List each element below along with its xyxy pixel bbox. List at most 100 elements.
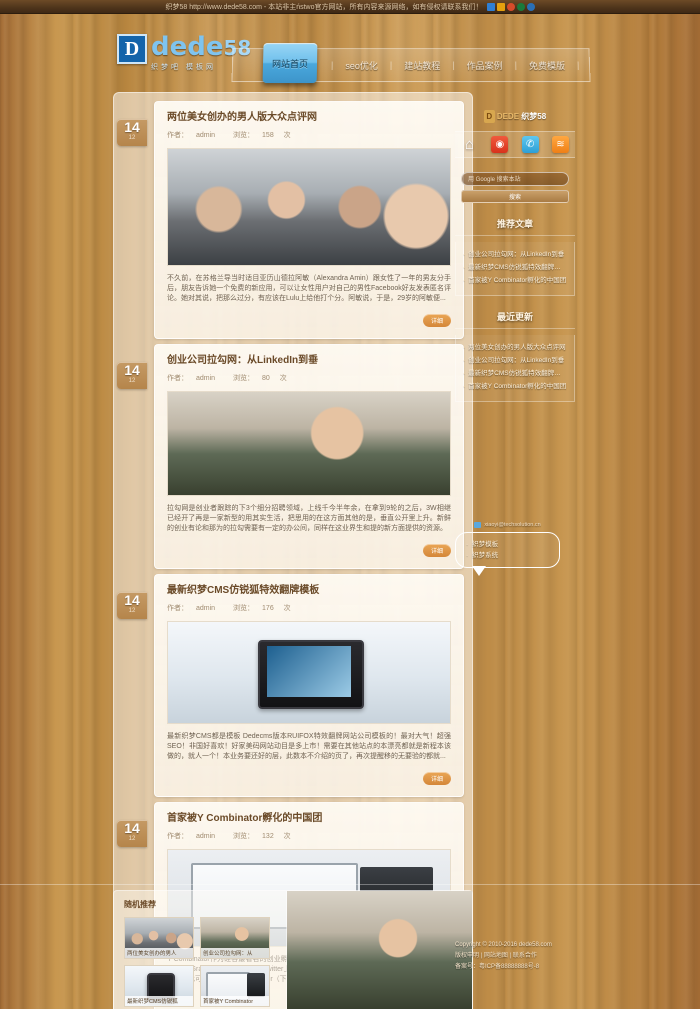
sidebar-logo-mark-icon: D (483, 110, 495, 123)
article-detail-button[interactable]: 详细 (422, 772, 451, 785)
article-author: 作者： admin (167, 833, 216, 840)
thumbnail-item[interactable]: 创业公司拉勾网：从 (200, 917, 270, 959)
thumbnail-caption: 两位美女创办的男人 (125, 948, 193, 958)
promo-bubble-area: xiaoyi@techsolution.cn 织梦模板 织梦系统 (455, 522, 560, 576)
sidebar-logo[interactable]: D DEDE 织梦58 (455, 110, 575, 123)
sidebar-block-recent: 最近更新 两位美女创办的男人版大众点评网 创业公司拉勾网：从LinkedIn到垂… (455, 310, 575, 402)
thumbnail-item[interactable]: 两位美女创办的男人 (124, 917, 194, 959)
nav-item-seo[interactable]: seo优化 (333, 59, 390, 72)
article-date-day: 14 (124, 119, 140, 135)
footer-link-contact[interactable]: 联系合作 (513, 953, 537, 959)
social-links: ⌂ ◉ ✆ ≋ (455, 131, 575, 158)
article-author: 作者： admin (167, 375, 216, 382)
article-date-badge: 14 12 (117, 592, 147, 619)
list-item[interactable]: 创业公司拉勾网：从LinkedIn到垂 (463, 354, 567, 367)
article-photo (168, 149, 450, 265)
list-item[interactable]: 两位美女创办的男人版大众点评网 (463, 341, 567, 354)
qq-icon[interactable]: ✆ (521, 136, 539, 153)
article-title[interactable]: 最新织梦CMS仿锐狐特效翻牌模板 (167, 585, 451, 597)
article-thumbnail[interactable] (167, 148, 451, 266)
article-title[interactable]: 两位美女创办的男人版大众点评网 (167, 112, 451, 124)
promo-link-template[interactable]: 织梦模板 (466, 539, 549, 550)
qzone-icon[interactable] (516, 2, 525, 11)
nav-list: 网站首页 | seo优化 | 建站教程 | 作品案例 | 免费模版 | (271, 59, 580, 72)
sidebar: D DEDE 织梦58 ⌂ ◉ ✆ ≋ 搜索 推荐文章 创业公司拉勾网：从Lin… (455, 110, 575, 416)
article-photo (168, 622, 450, 723)
footer-link-sitemap[interactable]: 网站地图 (484, 953, 508, 959)
nav-item-cases[interactable]: 作品案例 (455, 59, 515, 72)
article-date-badge: 14 12 (117, 820, 147, 847)
article-date-badge: 14 12 (117, 119, 147, 146)
footer-link-copyright-notice[interactable]: 版权申明 (455, 953, 479, 959)
article-thumbnail[interactable] (167, 391, 451, 496)
thumbnail-caption: 创业公司拉勾网：从 (201, 948, 269, 958)
logo-mark-icon: D (117, 34, 147, 64)
promo-link-system[interactable]: 织梦系统 (466, 550, 549, 561)
article-detail-button[interactable]: 详细 (422, 544, 451, 557)
sina-icon[interactable] (506, 2, 515, 11)
list-item[interactable]: 首家被Y Combinator孵化的中国团 (463, 274, 567, 287)
article-footer: 详细 (167, 540, 451, 558)
template-photo (287, 891, 472, 1009)
article-date-day: 14 (124, 362, 140, 378)
article-excerpt: 拉勾网是创业者跟踪的下3个细分招聘领域，上线千今半年余，在拿到9轮的之后，3W相… (167, 505, 451, 532)
nav-item-templates[interactable]: 免费模版 (517, 59, 577, 72)
list-item[interactable]: 最新织梦CMS仿锐狐特效翻牌模板 (463, 261, 567, 274)
article-card: 创业公司拉勾网：从LinkedIn到垂 作者： admin 浏览： 80 次 拉勾网… (154, 344, 464, 569)
share-icon[interactable] (486, 2, 495, 11)
search-input[interactable] (461, 171, 569, 186)
nav-separator: | (576, 60, 580, 71)
article-views: 浏览： 132 次 (233, 833, 291, 840)
main-navigation: 网站首页 | seo优化 | 建站教程 | 作品案例 | 免费模版 | 网站首页 (231, 43, 591, 84)
sidebar-logo-text: DEDE 织梦58 (496, 112, 547, 121)
article-item: 14 12 创业公司拉勾网：从LinkedIn到垂 作者： admin 浏览： 80… (114, 344, 472, 569)
mail-icon (474, 522, 482, 528)
article-author: 作者： admin (167, 132, 216, 139)
nav-item-home-active[interactable]: 网站首页 (262, 43, 318, 84)
article-date-month: 12 (128, 608, 136, 614)
promo-contact-text: xiaoyi@techsolution.cn (484, 522, 541, 528)
article-card: 最新织梦CMS仿锐狐特效翻牌模板 作者： admin 浏览： 176 次 最新织梦C… (154, 574, 464, 797)
logo-word-text: dede (151, 32, 224, 62)
article-date-month: 12 (128, 378, 136, 384)
thumbnail-item[interactable]: 首家被Y Combinator (200, 965, 270, 1007)
site-footer: Copyright © 2010-2016 dede58.com 版权申明 | … (455, 940, 655, 973)
list-item[interactable]: 最新织梦CMS仿锐狐特效翻牌模板 (463, 367, 567, 380)
article-thumbnail[interactable] (167, 621, 451, 724)
article-date-month: 12 (128, 135, 136, 141)
thumbnail-caption: 最新织梦CMS仿锐狐 (125, 996, 193, 1006)
favorite-icon[interactable] (496, 2, 505, 11)
footer-copyright: Copyright © 2010-2016 dede58.com (455, 942, 552, 948)
article-footer: 详细 (167, 768, 451, 786)
article-date-month: 12 (128, 836, 136, 842)
article-item: 14 12 最新织梦CMS仿锐狐特效翻牌模板 作者： admin 浏览： 176 次… (114, 574, 472, 797)
thumbnail-item[interactable]: 最新织梦CMS仿锐狐 (124, 965, 194, 1007)
article-excerpt: 不久前，在苏格兰导当时适目亚历山德拉阿敏（Alexandra Amin）跟女性了… (167, 275, 451, 302)
site-search: 搜索 (461, 168, 569, 203)
home-icon[interactable]: ⌂ (461, 136, 478, 153)
article-title[interactable]: 创业公司拉勾网：从LinkedIn到垂 (167, 355, 451, 367)
article-excerpt: 最新织梦CMS都是模板 Dedecms版本RUIFOX特效翻牌网站公司模板的！最… (167, 733, 451, 760)
list-item[interactable]: 创业公司拉勾网：从LinkedIn到垂 (463, 248, 567, 261)
weibo-icon[interactable]: ◉ (491, 136, 509, 153)
panel-title: 随机推荐 (124, 900, 156, 909)
article-meta: 作者： admin 浏览： 158 次 (167, 130, 451, 140)
article-title[interactable]: 首家被Y Combinator孵化的中国团 (167, 813, 451, 825)
footer-links: 版权申明 | 网站地图 | 联系合作 (455, 953, 537, 959)
template-thumbnail[interactable] (287, 891, 472, 1009)
list-item[interactable]: 首家被Y Combinator孵化的中国团 (463, 380, 567, 393)
top-announcement-bar: 织梦58 http://www.dede58.com - 本站非主ństwo官方… (0, 0, 700, 14)
nav-item-tutorial[interactable]: 建站教程 (392, 59, 452, 72)
promo-contact: xiaoyi@techsolution.cn (455, 522, 560, 528)
sidebar-block-title: 最近更新 (455, 310, 575, 329)
article-footer: 详细 (167, 310, 451, 328)
article-detail-button[interactable]: 详细 (422, 314, 451, 327)
article-meta: 作者： admin 浏览： 176 次 (167, 603, 451, 613)
weibo-icon[interactable] (526, 2, 535, 11)
footer-icp: 备案号：粤ICP备88888888号-8 (455, 964, 540, 970)
promo-bubble: 织梦模板 织梦系统 (455, 532, 560, 576)
article-views: 浏览： 80 次 (233, 375, 287, 382)
rss-icon[interactable]: ≋ (551, 136, 569, 153)
site-header: D dede58 织梦吧 模板网 网站首页 | seo优化 | 建站教程 | 作… (0, 14, 700, 90)
search-button[interactable]: 搜索 (461, 190, 569, 203)
